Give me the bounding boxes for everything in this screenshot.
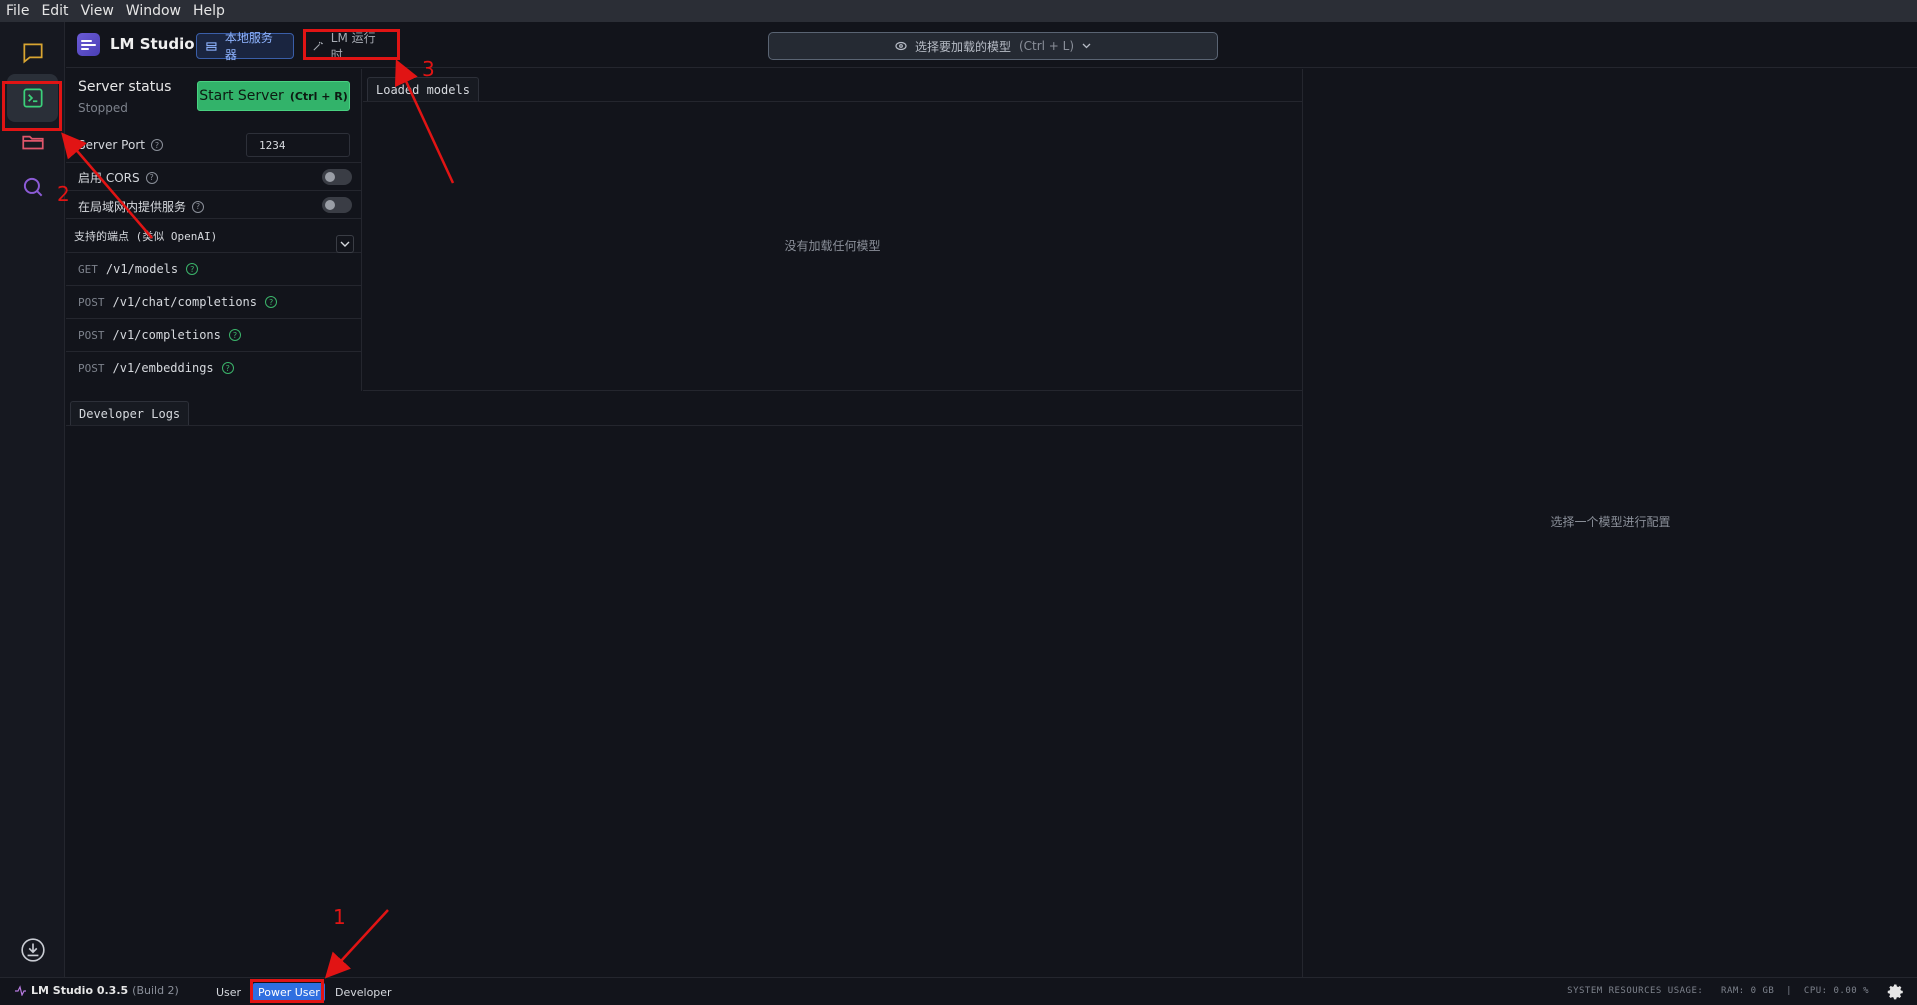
divider bbox=[363, 101, 1302, 102]
lm-studio-logo bbox=[77, 33, 100, 56]
download-button[interactable] bbox=[7, 926, 58, 974]
build-label: (Build 2) bbox=[132, 984, 179, 997]
menu-help[interactable]: Help bbox=[187, 0, 231, 22]
endpoint-path: /v1/completions bbox=[112, 328, 221, 342]
server-port-input[interactable] bbox=[246, 133, 350, 157]
models-nav-button[interactable] bbox=[7, 118, 58, 166]
chevron-down-icon bbox=[1082, 43, 1091, 49]
endpoint-path: /v1/models bbox=[105, 262, 179, 276]
server-nav-button[interactable] bbox=[7, 74, 58, 122]
endpoint-path: /v1/chat/completions bbox=[112, 295, 258, 309]
cors-row: 启用 CORS ? bbox=[66, 163, 362, 191]
lan-label-wrap: 在局域网内提供服务 ? bbox=[78, 198, 205, 215]
endpoint-item: POST /v1/embeddings ? bbox=[78, 361, 234, 375]
help-icon[interactable]: ? bbox=[186, 263, 199, 275]
cors-toggle[interactable] bbox=[322, 169, 352, 185]
endpoint-item: POST /v1/completions ? bbox=[78, 328, 241, 342]
app-header: LM Studio 本地服务器 LM 运行时 选择要加载的模型 (Ctrl + … bbox=[66, 22, 1917, 68]
model-select-dropdown[interactable]: 选择要加载的模型 (Ctrl + L) bbox=[768, 32, 1218, 60]
lm-studio-small-icon bbox=[15, 985, 26, 996]
version-label: LM Studio 0.3.5 bbox=[31, 984, 129, 997]
endpoint-method: GET bbox=[78, 262, 98, 276]
endpoint-row: GET /v1/models ? bbox=[66, 253, 362, 286]
start-server-button[interactable]: Start Server (Ctrl + R) bbox=[197, 81, 350, 111]
endpoints-title: 支持的端点 (类似 OpenAI) bbox=[74, 230, 218, 243]
help-icon[interactable]: ? bbox=[221, 362, 234, 374]
model-config-panel: 选择一个模型进行配置 bbox=[1302, 69, 1917, 977]
menu-edit[interactable]: Edit bbox=[35, 0, 74, 22]
cors-label: 启用 CORS bbox=[78, 171, 140, 185]
endpoint-row: POST /v1/completions ? bbox=[66, 319, 362, 352]
chevron-down-icon bbox=[340, 241, 350, 247]
tab-developer-logs[interactable]: Developer Logs bbox=[70, 401, 190, 425]
endpoints-header[interactable]: 支持的端点 (类似 OpenAI) bbox=[66, 219, 362, 253]
endpoint-method: POST bbox=[78, 361, 105, 375]
endpoint-row: POST /v1/chat/completions ? bbox=[66, 286, 362, 319]
system-resources: SYSTEM RESOURCES USAGE: RAM: 0 GB | CPU:… bbox=[1567, 986, 1869, 996]
cors-label-wrap: 启用 CORS ? bbox=[78, 169, 158, 186]
annotation-number-2: 2 bbox=[57, 182, 70, 206]
search-nav-button[interactable] bbox=[7, 163, 58, 211]
help-icon[interactable]: ? bbox=[228, 329, 241, 341]
server-status-value: Stopped bbox=[78, 101, 128, 115]
lan-label: 在局域网内提供服务 bbox=[78, 200, 187, 214]
developer-logs-area: Developer Logs bbox=[66, 392, 1302, 977]
mode-user[interactable]: User bbox=[211, 983, 246, 1001]
tab-lm-runtime[interactable]: LM 运行时 bbox=[304, 31, 386, 62]
annotation-number-1: 1 bbox=[333, 905, 346, 929]
tab-local-server-label: 本地服务器 bbox=[224, 31, 273, 62]
eye-icon bbox=[895, 41, 907, 51]
server-port-label: Server Port bbox=[78, 138, 145, 152]
start-server-shortcut: (Ctrl + R) bbox=[289, 89, 348, 103]
model-select-shortcut: (Ctrl + L) bbox=[1018, 39, 1075, 53]
server-port-label-wrap: Server Port ? bbox=[78, 138, 163, 152]
search-icon bbox=[23, 177, 42, 197]
chat-nav-button[interactable] bbox=[7, 29, 58, 77]
app-title: LM Studio bbox=[110, 35, 195, 53]
help-icon[interactable]: ? bbox=[265, 296, 277, 308]
help-icon[interactable]: ? bbox=[150, 139, 163, 151]
menu-view[interactable]: View bbox=[75, 0, 120, 22]
annotation-number-3: 3 bbox=[422, 57, 435, 81]
endpoint-method: POST bbox=[78, 295, 105, 309]
download-icon bbox=[20, 938, 45, 962]
left-rail bbox=[0, 22, 65, 977]
version-info: LM Studio 0.3.5 (Build 2) bbox=[14, 984, 179, 997]
server-panel: Server status Stopped Start Server (Ctrl… bbox=[66, 69, 362, 391]
mode-developer[interactable]: Developer bbox=[330, 983, 397, 1001]
endpoint-path: /v1/embeddings bbox=[112, 361, 214, 375]
server-icon bbox=[206, 41, 217, 51]
chat-icon bbox=[22, 43, 43, 64]
endpoint-item: POST /v1/chat/completions ? bbox=[78, 295, 277, 309]
no-models-message: 没有加载任何模型 bbox=[784, 239, 881, 253]
endpoint-row: POST /v1/embeddings ? bbox=[66, 352, 362, 385]
mode-power-user[interactable]: Power User bbox=[253, 983, 325, 1001]
wand-icon bbox=[313, 41, 323, 51]
tab-lm-runtime-label: LM 运行时 bbox=[330, 31, 376, 62]
gear-icon[interactable] bbox=[1887, 983, 1905, 1001]
config-hint: 选择一个模型进行配置 bbox=[1550, 515, 1671, 529]
tab-local-server[interactable]: 本地服务器 bbox=[196, 31, 294, 62]
loaded-models-area: Loaded models 没有加载任何模型 bbox=[363, 69, 1302, 391]
menu-file[interactable]: File bbox=[0, 0, 35, 22]
divider bbox=[66, 425, 1302, 426]
status-bar: LM Studio 0.3.5 (Build 2) User Power Use… bbox=[0, 977, 1917, 1005]
server-status-label: Server status bbox=[78, 79, 172, 95]
lan-toggle[interactable] bbox=[322, 197, 352, 213]
endpoint-method: POST bbox=[78, 328, 105, 342]
help-icon[interactable]: ? bbox=[145, 171, 158, 184]
folder-icon bbox=[21, 135, 44, 150]
help-icon[interactable]: ? bbox=[192, 200, 205, 213]
endpoint-item: GET /v1/models ? bbox=[78, 262, 199, 276]
endpoints-collapse-button[interactable] bbox=[336, 235, 354, 253]
start-server-label: Start Server bbox=[199, 88, 284, 104]
model-select-label: 选择要加载的模型 bbox=[914, 39, 1011, 54]
lan-row: 在局域网内提供服务 ? bbox=[66, 191, 362, 219]
terminal-icon bbox=[22, 88, 43, 108]
menu-window[interactable]: Window bbox=[120, 0, 187, 22]
menu-bar: File Edit View Window Help bbox=[0, 0, 1917, 22]
